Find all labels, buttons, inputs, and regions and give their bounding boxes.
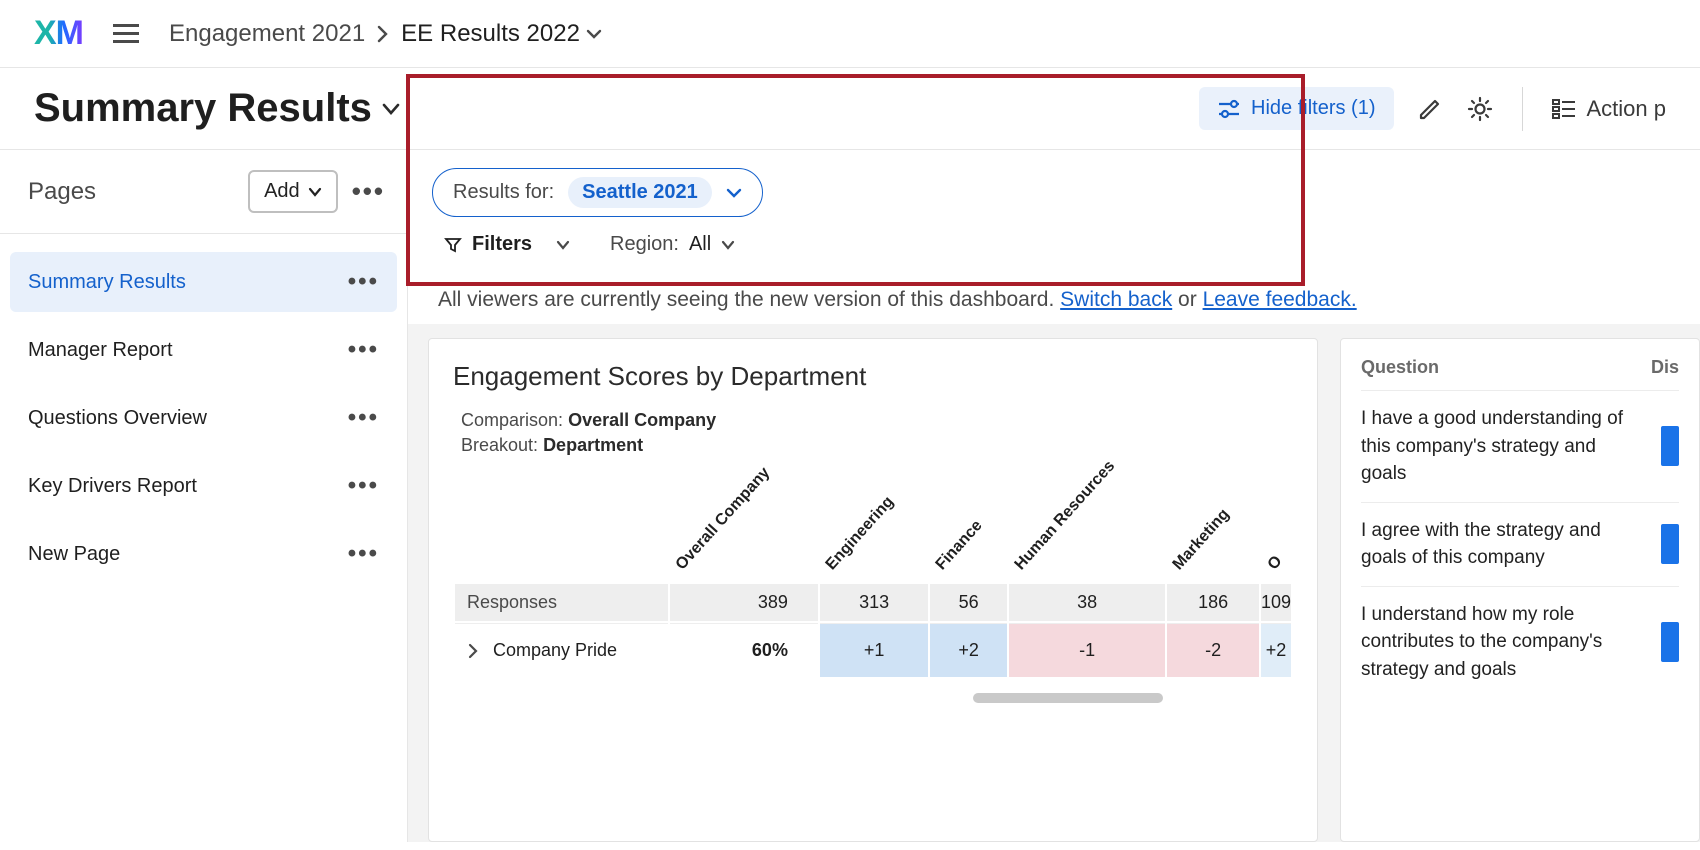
- delta-cell: +1: [820, 623, 928, 677]
- breadcrumb: Engagement 2021 EE Results 2022: [169, 20, 602, 48]
- chevron-down-icon: [382, 102, 400, 116]
- gear-icon: [1466, 95, 1494, 123]
- page-item-more-button[interactable]: •••: [348, 336, 379, 364]
- header-row: Summary Results Hide filters (1): [0, 68, 1700, 150]
- chevron-down-icon: [308, 187, 322, 197]
- col-truncated: O: [1264, 553, 1286, 574]
- body: Pages Add ••• Summary Results ••• Manage…: [0, 150, 1700, 842]
- question-text: I understand how my role contributes to …: [1361, 601, 1643, 684]
- chevron-down-icon: [726, 187, 742, 199]
- pages-label: Pages: [28, 178, 234, 206]
- responses-cell: 109: [1261, 584, 1291, 621]
- edit-button[interactable]: [1416, 95, 1444, 123]
- sidebar-item-manager-report[interactable]: Manager Report •••: [10, 320, 397, 380]
- engagement-table: Overall Company Engineering Finance Huma…: [453, 470, 1293, 679]
- hide-filters-button[interactable]: Hide filters (1): [1199, 87, 1393, 130]
- chevron-down-icon: [721, 240, 735, 250]
- page-item-more-button[interactable]: •••: [348, 404, 379, 432]
- distribution-column-label: Dis: [1651, 357, 1679, 378]
- distribution-bar: [1661, 622, 1679, 662]
- question-item[interactable]: I have a good understanding of this comp…: [1361, 390, 1679, 502]
- chevron-down-icon: [586, 28, 602, 40]
- action-icon: [1551, 97, 1577, 121]
- responses-overall: 389: [670, 584, 818, 621]
- delta-cell: -2: [1167, 623, 1259, 677]
- card-title: Engagement Scores by Department: [453, 361, 1293, 392]
- switch-back-link[interactable]: Switch back: [1060, 288, 1172, 311]
- delta-cell: +2: [1261, 623, 1291, 677]
- page-title[interactable]: Summary Results: [34, 86, 400, 131]
- responses-row: Responses 389 313 56 38 186 109: [455, 584, 1291, 621]
- header-actions: Hide filters (1) Action p: [1199, 87, 1666, 131]
- leave-feedback-link[interactable]: Leave feedback.: [1203, 288, 1357, 311]
- distribution-bar: [1661, 426, 1679, 466]
- col-finance: Finance: [933, 517, 987, 574]
- table-row[interactable]: Company Pride 60% +1 +2 -1 -2 +2: [455, 623, 1291, 677]
- responses-cell: 38: [1009, 584, 1166, 621]
- responses-cell: 186: [1167, 584, 1259, 621]
- question-column-label: Question: [1361, 357, 1651, 378]
- horizontal-scrollbar[interactable]: [973, 693, 1163, 703]
- results-for-selector[interactable]: Results for: Seattle 2021: [432, 168, 763, 217]
- sidebar-item-key-drivers-report[interactable]: Key Drivers Report •••: [10, 456, 397, 516]
- col-human-resources: Human Resources: [1011, 458, 1118, 574]
- question-text: I agree with the strategy and goals of t…: [1361, 517, 1643, 572]
- divider: [1522, 87, 1523, 131]
- filter-area: Results for: Seattle 2021 Filters Region…: [408, 150, 1700, 276]
- sidebar: Pages Add ••• Summary Results ••• Manage…: [0, 150, 408, 842]
- sidebar-item-summary-results[interactable]: Summary Results •••: [10, 252, 397, 312]
- dashboard-version-notice: All viewers are currently seeing the new…: [408, 276, 1700, 324]
- top-bar: XM Engagement 2021 EE Results 2022: [0, 0, 1700, 68]
- col-engineering: Engineering: [823, 493, 898, 574]
- hamburger-menu-icon[interactable]: [113, 24, 139, 43]
- results-for-label: Results for:: [453, 181, 554, 204]
- delta-cell: +2: [930, 623, 1006, 677]
- sidebar-item-questions-overview[interactable]: Questions Overview •••: [10, 388, 397, 448]
- row-overall: 60%: [670, 623, 818, 677]
- filters-row: Filters Region: All: [432, 217, 1676, 266]
- page-list: Summary Results ••• Manager Report ••• Q…: [0, 234, 407, 602]
- questions-card: Question Dis I have a good understanding…: [1340, 338, 1700, 842]
- action-planning-button[interactable]: Action p: [1551, 96, 1667, 122]
- xm-logo: XM: [34, 14, 83, 53]
- delta-cell: -1: [1009, 623, 1166, 677]
- main-content: Results for: Seattle 2021 Filters Region…: [408, 150, 1700, 842]
- breakout-meta: Breakout: Department: [453, 435, 1293, 456]
- page-item-more-button[interactable]: •••: [348, 540, 379, 568]
- col-overall-company: Overall Company: [673, 464, 774, 574]
- question-text: I have a good understanding of this comp…: [1361, 405, 1643, 488]
- question-item[interactable]: I understand how my role contributes to …: [1361, 586, 1679, 698]
- distribution-bar: [1661, 524, 1679, 564]
- responses-cell: 56: [930, 584, 1006, 621]
- comparison-meta: Comparison: Overall Company: [453, 410, 1293, 431]
- pencil-icon: [1416, 95, 1444, 123]
- filters-toggle[interactable]: Filters: [444, 233, 570, 256]
- pages-header: Pages Add •••: [0, 150, 407, 234]
- questions-card-header: Question Dis: [1361, 357, 1679, 390]
- row-label: Company Pride: [493, 640, 617, 661]
- breadcrumb-current[interactable]: EE Results 2022: [401, 20, 602, 48]
- add-page-button[interactable]: Add: [248, 170, 338, 213]
- region-filter[interactable]: Region: All: [610, 233, 735, 256]
- table-header-row: Overall Company Engineering Finance Huma…: [455, 472, 1291, 582]
- engagement-scores-card: Engagement Scores by Department Comparis…: [428, 338, 1318, 842]
- results-for-value: Seattle 2021: [568, 177, 712, 208]
- col-marketing: Marketing: [1170, 506, 1234, 574]
- question-item[interactable]: I agree with the strategy and goals of t…: [1361, 502, 1679, 586]
- chevron-right-icon: [467, 643, 479, 659]
- pages-more-button[interactable]: •••: [352, 176, 385, 207]
- page-item-more-button[interactable]: •••: [348, 472, 379, 500]
- funnel-icon: [444, 236, 462, 254]
- responses-cell: 313: [820, 584, 928, 621]
- page-item-more-button[interactable]: •••: [348, 268, 379, 296]
- chevron-down-icon: [556, 240, 570, 250]
- breadcrumb-parent[interactable]: Engagement 2021: [169, 20, 365, 48]
- sidebar-item-new-page[interactable]: New Page •••: [10, 524, 397, 584]
- settings-button[interactable]: [1466, 95, 1494, 123]
- responses-label: Responses: [455, 584, 668, 621]
- dashboard-cards: Engagement Scores by Department Comparis…: [408, 324, 1700, 842]
- chevron-right-icon: [377, 25, 389, 43]
- filters-icon: [1217, 99, 1241, 119]
